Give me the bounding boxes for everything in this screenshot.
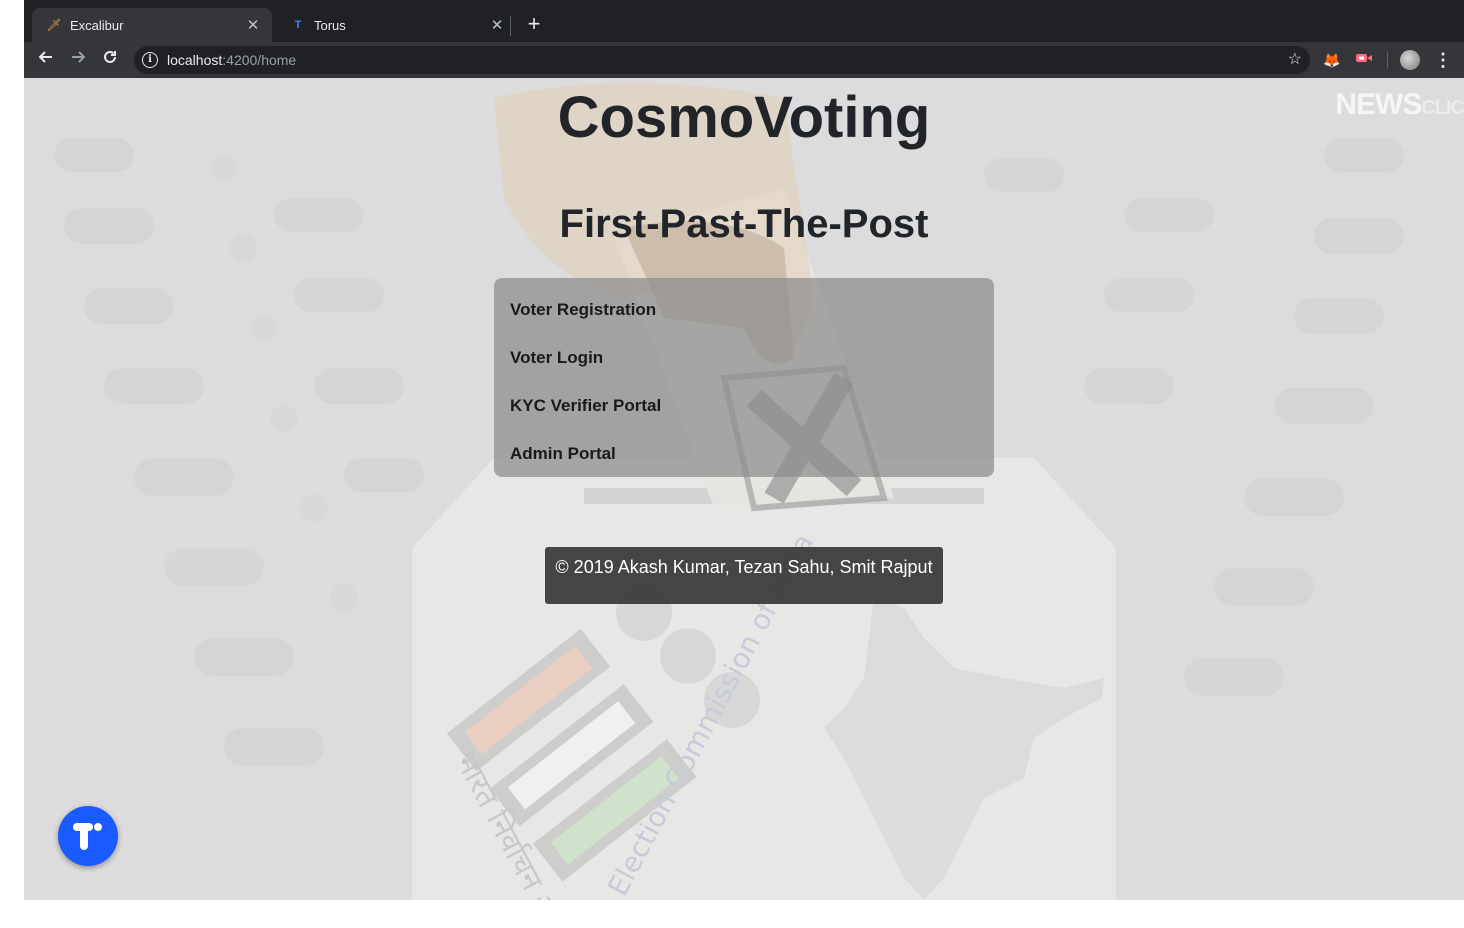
forward-arrow-icon[interactable]: [66, 48, 90, 72]
info-icon[interactable]: i: [142, 52, 158, 68]
bookmark-star-icon[interactable]: ☆: [1288, 49, 1302, 69]
url-host: localhost: [167, 52, 223, 68]
tab-torus[interactable]: T Torus ✕: [276, 8, 516, 42]
video-extension-icon[interactable]: [1354, 50, 1374, 70]
back-arrow-icon[interactable]: [34, 48, 58, 72]
tab-title: Excalibur: [70, 17, 124, 33]
metamask-extension-icon[interactable]: 🦊: [1322, 50, 1342, 70]
sword-icon: 🗡: [46, 18, 62, 32]
close-icon[interactable]: ✕: [244, 16, 262, 34]
voter-login-link[interactable]: Voter Login: [510, 340, 978, 388]
page-title: CosmoVoting: [557, 85, 931, 150]
torus-logo-icon: T: [294, 19, 302, 31]
tab-title: Torus: [314, 17, 346, 33]
tab-excalibur[interactable]: 🗡 Excalibur ✕: [32, 8, 272, 42]
tab-strip: 🗡 Excalibur ✕ T Torus ✕ +: [24, 0, 1464, 42]
reload-icon[interactable]: [98, 48, 122, 72]
browser-toolbar: i localhost:4200/home ☆ 🦊 ⋮: [24, 42, 1464, 78]
copyright-footer: © 2019 Akash Kumar, Tezan Sahu, Smit Raj…: [545, 547, 943, 604]
page-viewport: भारत निर्वाचन आयोग Election Commission o…: [24, 78, 1464, 900]
new-tab-button[interactable]: +: [522, 11, 546, 39]
profile-avatar[interactable]: [1400, 50, 1420, 70]
close-icon[interactable]: ✕: [488, 16, 506, 34]
admin-portal-link[interactable]: Admin Portal: [510, 436, 978, 484]
tab-divider: [510, 16, 511, 36]
portal-menu: Voter Registration Voter Login KYC Verif…: [494, 278, 994, 477]
torus-wallet-button[interactable]: [58, 806, 118, 866]
more-menu-icon[interactable]: ⋮: [1434, 48, 1452, 72]
page-subtitle: First-Past-The-Post: [559, 202, 929, 246]
url-path: :4200/home: [222, 52, 297, 68]
torus-logo-icon: [73, 823, 102, 850]
browser-chrome: 🗡 Excalibur ✕ T Torus ✕ + i localhost:42…: [24, 0, 1464, 78]
toolbar-divider: [1387, 52, 1388, 68]
voter-registration-link[interactable]: Voter Registration: [510, 292, 978, 340]
address-bar[interactable]: i localhost:4200/home ☆: [134, 46, 1310, 74]
kyc-verifier-portal-link[interactable]: KYC Verifier Portal: [510, 388, 978, 436]
